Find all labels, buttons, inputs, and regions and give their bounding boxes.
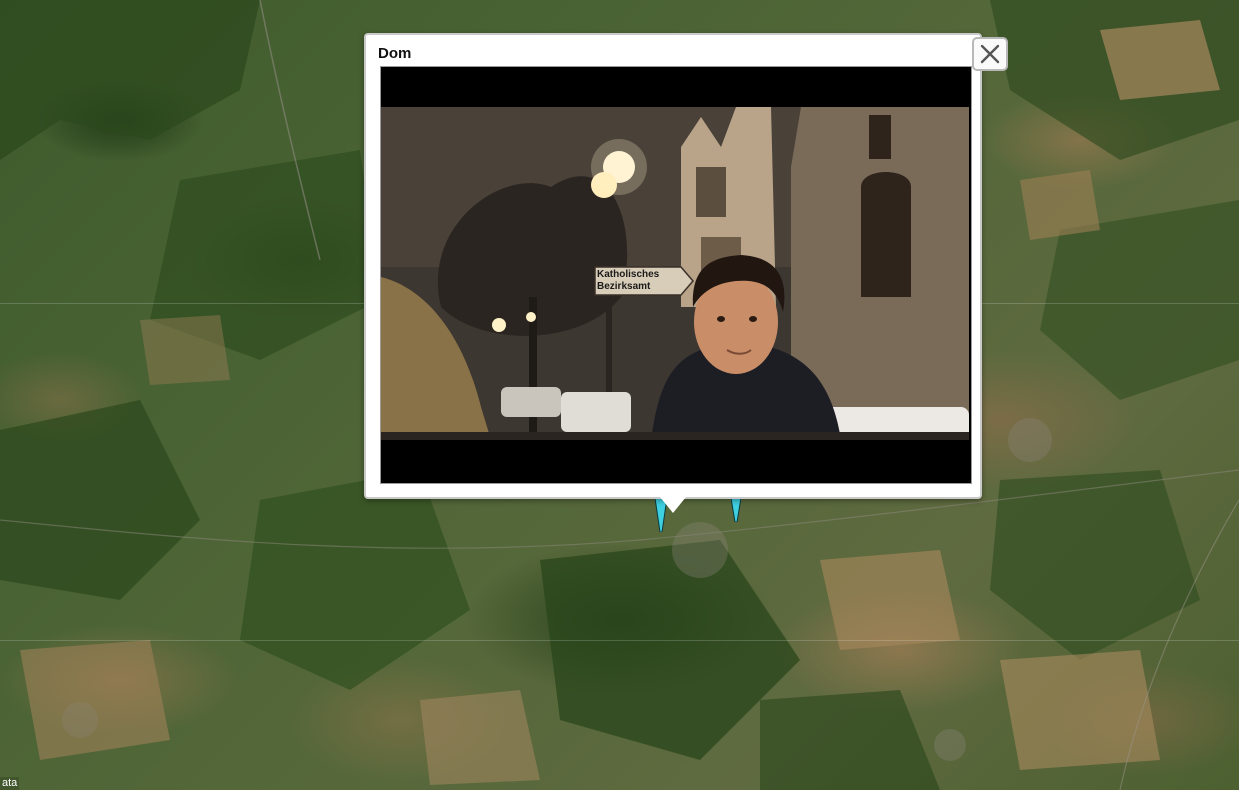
map-marker-icon[interactable] [731,498,741,522]
popup-title: Dom [378,45,412,62]
map-attribution: ata [0,777,20,790]
popup-tip [660,497,686,513]
video-player[interactable]: Katholisches Bezirksamt [380,66,972,484]
close-icon [980,44,1000,64]
video-thumbnail[interactable]: Katholisches Bezirksamt [381,107,969,440]
info-popup: Dom Katholisches Bezirksamt [364,33,982,499]
close-popup-button[interactable] [972,37,1008,71]
street-sign-text: Katholisches Bezirksamt [597,269,681,293]
sign-line-1: Katholisches [597,269,660,280]
sign-line-2: Bezirksamt [597,281,651,292]
tile-seam [0,640,1239,641]
